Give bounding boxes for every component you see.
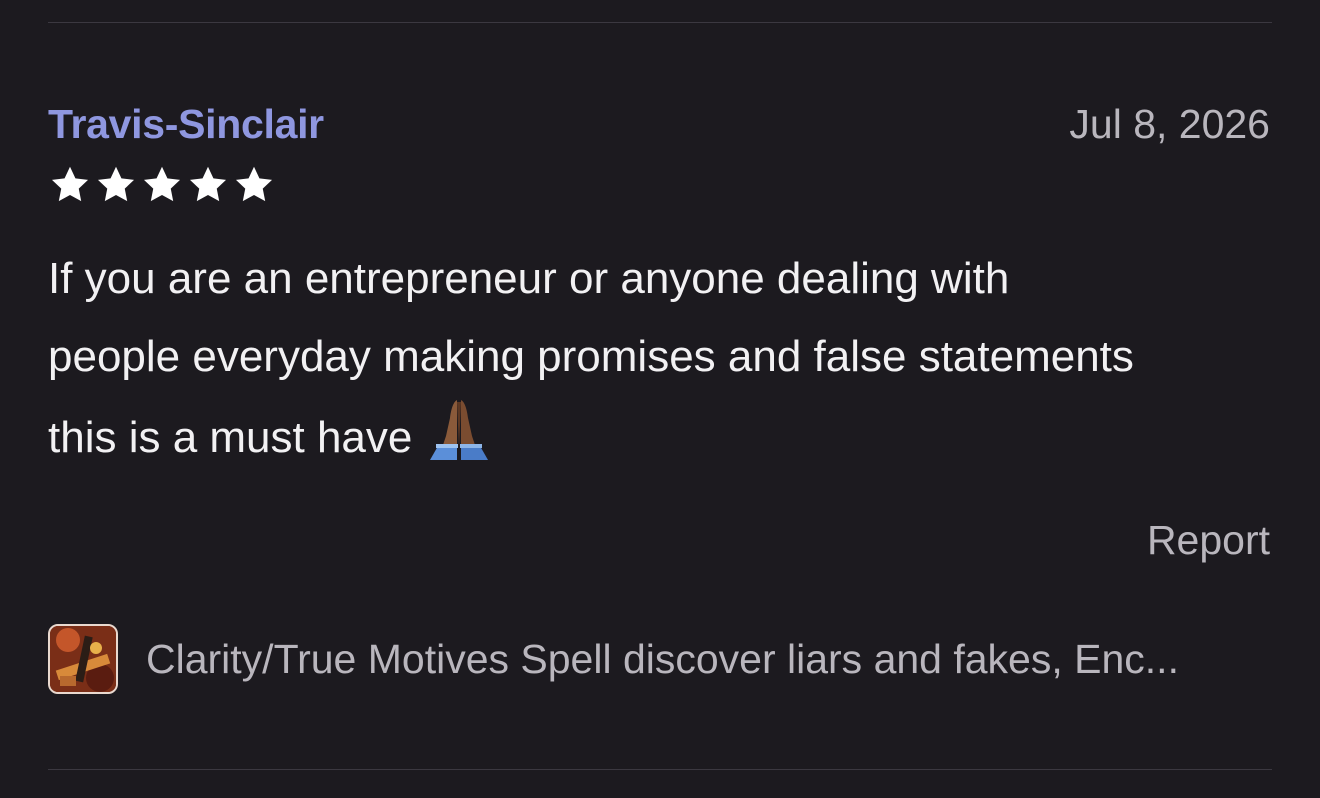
star-icon [143, 166, 181, 202]
review-text-line: this is a must have [48, 413, 413, 462]
product-title: Clarity/True Motives Spell discover liar… [146, 636, 1179, 682]
star-rating [48, 164, 276, 206]
report-link[interactable]: Report [1147, 514, 1270, 566]
product-link[interactable]: Clarity/True Motives Spell discover liar… [48, 622, 1272, 696]
product-thumbnail [48, 624, 118, 694]
review-body: If you are an entrepreneur or anyone dea… [48, 240, 1278, 477]
review-card: Travis-Sinclair Jul 8, 2026 If you are a… [0, 0, 1320, 798]
product-image-icon [50, 626, 116, 692]
star-icon [97, 166, 135, 202]
bottom-divider [48, 769, 1272, 770]
reviewer-name-link[interactable]: Travis-Sinclair [48, 98, 324, 150]
review-date: Jul 8, 2026 [1069, 101, 1270, 147]
folded-hands-icon [430, 400, 489, 460]
review-text-line: people everyday making promises and fals… [48, 332, 1134, 381]
top-divider [48, 22, 1272, 23]
star-icon [235, 166, 273, 202]
review-text-line: If you are an entrepreneur or anyone dea… [48, 254, 1010, 303]
star-icon [189, 166, 227, 202]
star-icon [51, 166, 89, 202]
